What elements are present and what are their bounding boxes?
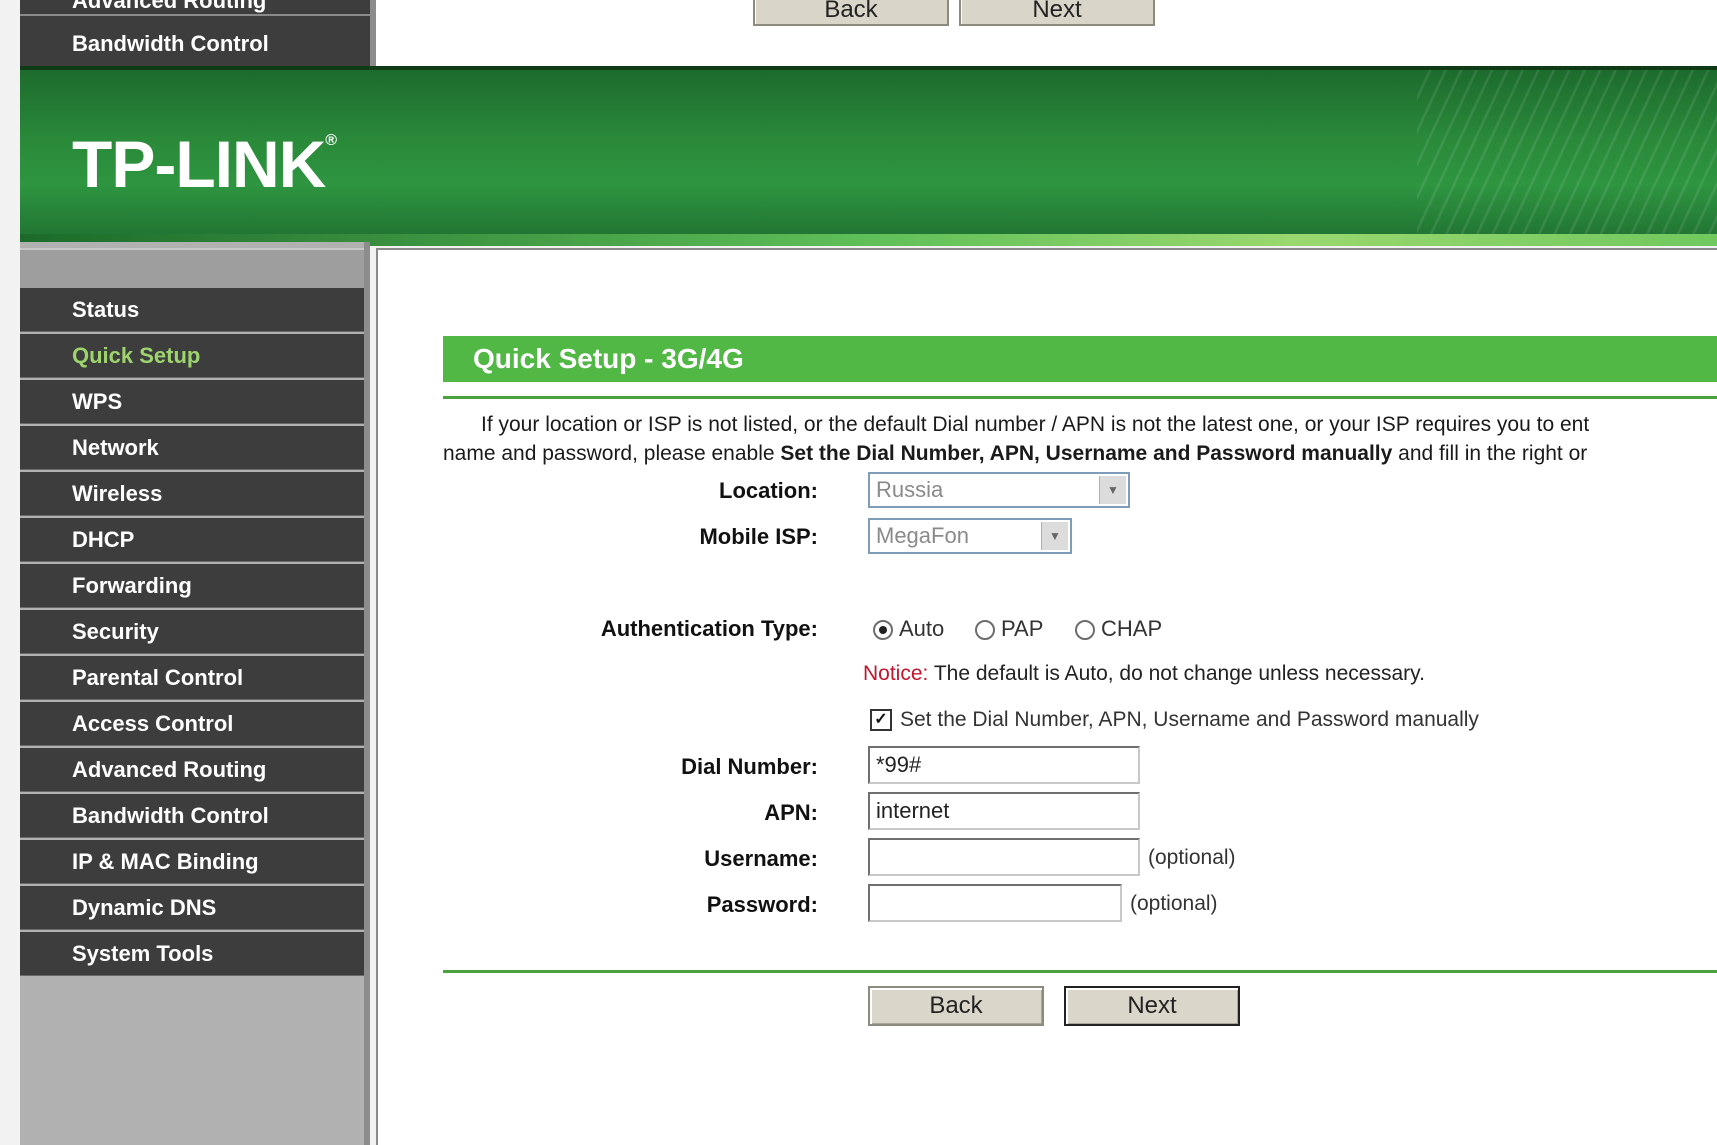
top-divider — [443, 396, 1717, 399]
apn-input[interactable]: internet — [868, 792, 1140, 830]
sidebar-item-quick-setup[interactable]: Quick Setup — [20, 334, 364, 378]
back-button[interactable]: Back — [868, 986, 1044, 1026]
mobile-isp-value: MegaFon — [876, 523, 969, 548]
intro-line-2-bold: Set the Dial Number, APN, Username and P… — [780, 442, 1393, 465]
sidebar-item-advanced-routing-cut[interactable]: Advanced Routing — [20, 0, 370, 16]
router-admin-screenshot: Advanced Routing Bandwidth Control Back … — [0, 0, 1717, 1145]
chevron-down-icon[interactable]: ▼ — [1099, 476, 1126, 504]
apn-label: APN: — [764, 800, 818, 825]
auth-type-label: Authentication Type: — [600, 616, 818, 641]
previous-back-button[interactable]: Back — [753, 0, 949, 26]
mobile-isp-select[interactable]: MegaFon ▼ — [868, 518, 1072, 554]
sidebar-item-network[interactable]: Network — [20, 426, 364, 470]
header-banner: TP-LINK® — [20, 66, 1717, 246]
location-label: Location: — [719, 478, 818, 503]
page-title: Quick Setup - 3G/4G — [443, 336, 1717, 382]
auth-notice: Notice: The default is Auto, do not chan… — [863, 662, 1425, 686]
password-input[interactable] — [868, 884, 1122, 922]
manual-settings-checkbox-row[interactable]: ✓ Set the Dial Number, APN, Username and … — [870, 708, 1479, 732]
username-input[interactable] — [868, 838, 1140, 876]
sidebar-item-access-control[interactable]: Access Control — [20, 702, 364, 746]
username-optional-hint: (optional) — [1148, 846, 1236, 869]
sidebar-item-ip-mac-binding[interactable]: IP & MAC Binding — [20, 840, 364, 884]
notice-text: The default is Auto, do not change unles… — [928, 662, 1425, 685]
intro-text: If your location or ISP is not listed, o… — [443, 410, 1717, 468]
password-optional-hint: (optional) — [1130, 892, 1218, 915]
sidebar-item-bandwidth-control[interactable]: Bandwidth Control — [20, 794, 364, 838]
logo-text: TP-LINK — [72, 127, 326, 201]
radio-selected-icon[interactable] — [873, 620, 893, 641]
main-content: Quick Setup - 3G/4G If your location or … — [376, 248, 1717, 1145]
sidebar-menu: Status Quick Setup WPS Network Wireless … — [20, 288, 364, 978]
manual-settings-label: Set the Dial Number, APN, Username and P… — [900, 708, 1479, 731]
tp-link-logo: TP-LINK® — [72, 126, 337, 202]
mobile-isp-label: Mobile ISP: — [699, 524, 818, 549]
chevron-down-icon[interactable]: ▼ — [1041, 522, 1068, 550]
banner-decoration — [1417, 70, 1717, 246]
sidebar-header-strip — [20, 248, 364, 290]
sidebar-item-status[interactable]: Status — [20, 288, 364, 332]
dial-number-label: Dial Number: — [681, 754, 818, 779]
location-value: Russia — [876, 477, 944, 502]
sidebar-item-parental-control[interactable]: Parental Control — [20, 656, 364, 700]
registered-mark: ® — [325, 132, 337, 149]
sidebar-item-wireless[interactable]: Wireless — [20, 472, 364, 516]
intro-line-2-suffix: and fill in the right or — [1392, 442, 1588, 465]
next-button[interactable]: Next — [1064, 986, 1240, 1026]
sidebar-item-wps[interactable]: WPS — [20, 380, 364, 424]
intro-line-1: If your location or ISP is not listed, o… — [481, 413, 1590, 436]
sidebar-item-dynamic-dns[interactable]: Dynamic DNS — [20, 886, 364, 930]
intro-line-2: name and password, please enable Set the… — [443, 439, 1717, 468]
bottom-divider — [443, 970, 1717, 973]
password-label: Password: — [706, 892, 818, 917]
notice-label: Notice: — [863, 662, 929, 685]
sidebar-item-forwarding[interactable]: Forwarding — [20, 564, 364, 608]
location-select[interactable]: Russia ▼ — [868, 472, 1130, 508]
previous-sidebar: Advanced Routing Bandwidth Control — [20, 0, 376, 66]
sidebar: Status Quick Setup WPS Network Wireless … — [20, 242, 370, 1145]
auth-radio-pap-label: PAP — [1001, 616, 1044, 641]
username-label: Username: — [704, 846, 818, 871]
sidebar-item-advanced-routing[interactable]: Advanced Routing — [20, 748, 364, 792]
sidebar-item-dhcp[interactable]: DHCP — [20, 518, 364, 562]
auth-radio-auto-label: Auto — [899, 616, 945, 641]
auth-radio-pap[interactable]: PAP — [975, 616, 1043, 642]
sidebar-item-bandwidth-control-top[interactable]: Bandwidth Control — [20, 22, 370, 66]
radio-unselected-icon[interactable] — [975, 620, 995, 641]
dial-number-input[interactable]: *99# — [868, 746, 1140, 784]
previous-page-fragment: Advanced Routing Bandwidth Control Back … — [20, 0, 1717, 66]
radio-unselected-icon[interactable] — [1075, 620, 1095, 641]
intro-line-2-prefix: name and password, please enable — [443, 442, 781, 465]
manual-settings-checkbox[interactable]: ✓ — [870, 709, 892, 732]
auth-radio-chap-label: CHAP — [1101, 616, 1163, 641]
sidebar-item-security[interactable]: Security — [20, 610, 364, 654]
sidebar-item-system-tools[interactable]: System Tools — [20, 932, 364, 976]
auth-radio-auto[interactable]: Auto — [873, 616, 944, 642]
previous-next-button[interactable]: Next — [959, 0, 1155, 26]
auth-radio-chap[interactable]: CHAP — [1075, 616, 1162, 642]
